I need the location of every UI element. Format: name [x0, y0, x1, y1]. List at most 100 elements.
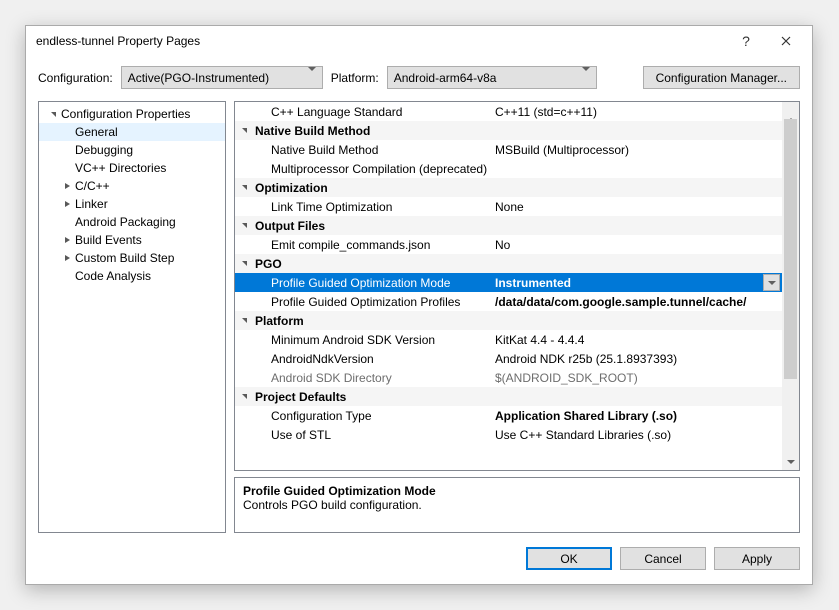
tree-item-label: C/C++	[73, 179, 110, 193]
property-key: Multiprocessor Compilation (deprecated)	[251, 162, 491, 176]
expand-icon[interactable]	[61, 235, 73, 246]
tree-item[interactable]: General	[39, 123, 225, 141]
dialog-footer: OK Cancel Apply	[26, 533, 812, 584]
group-toggle-icon[interactable]	[235, 125, 251, 136]
tree-item-label: Linker	[73, 197, 108, 211]
description-heading: Profile Guided Optimization Mode	[243, 484, 791, 498]
tree-item-label: Android Packaging	[73, 215, 176, 229]
property-group[interactable]: Project Defaults	[235, 387, 782, 406]
property-key: C++ Language Standard	[251, 105, 491, 119]
window-title: endless-tunnel Property Pages	[36, 34, 726, 48]
tree-item[interactable]: Custom Build Step	[39, 249, 225, 267]
property-key: Native Build Method	[251, 124, 491, 138]
property-row[interactable]: Link Time OptimizationNone	[235, 197, 782, 216]
property-row[interactable]: Native Build MethodMSBuild (Multiprocess…	[235, 140, 782, 159]
property-row[interactable]: Profile Guided Optimization ModeInstrume…	[235, 273, 782, 292]
property-value[interactable]: No	[491, 238, 782, 252]
property-key: Profile Guided Optimization Profiles	[251, 295, 491, 309]
property-row[interactable]: Emit compile_commands.jsonNo	[235, 235, 782, 254]
tree-item[interactable]: C/C++	[39, 177, 225, 195]
platform-value: Android-arm64-v8a	[394, 71, 497, 85]
property-value[interactable]: None	[491, 200, 782, 214]
property-row[interactable]: Android SDK Directory$(ANDROID_SDK_ROOT)	[235, 368, 782, 387]
property-value[interactable]: KitKat 4.4 - 4.4.4	[491, 333, 782, 347]
tree-item[interactable]: VC++ Directories	[39, 159, 225, 177]
platform-select[interactable]: Android-arm64-v8a	[387, 66, 597, 89]
tree-item[interactable]: Linker	[39, 195, 225, 213]
tree-item[interactable]: Debugging	[39, 141, 225, 159]
group-toggle-icon[interactable]	[235, 258, 251, 269]
description-text: Controls PGO build configuration.	[243, 498, 791, 512]
property-row[interactable]: Use of STLUse C++ Standard Libraries (.s…	[235, 425, 782, 444]
property-row[interactable]: Configuration TypeApplication Shared Lib…	[235, 406, 782, 425]
group-toggle-icon[interactable]	[235, 315, 251, 326]
description-panel: Profile Guided Optimization Mode Control…	[234, 477, 800, 533]
property-key: Output Files	[251, 219, 491, 233]
right-pane: C++ Language StandardC++11 (std=c++11)Na…	[234, 101, 800, 533]
tree-root-label: Configuration Properties	[59, 107, 190, 121]
property-row[interactable]: Minimum Android SDK VersionKitKat 4.4 - …	[235, 330, 782, 349]
tree-root[interactable]: Configuration Properties	[39, 105, 225, 123]
property-row[interactable]: Profile Guided Optimization Profiles/dat…	[235, 292, 782, 311]
property-key: Emit compile_commands.json	[251, 238, 491, 252]
property-key: Native Build Method	[251, 143, 491, 157]
property-value[interactable]: Instrumented	[491, 276, 763, 290]
property-key: Use of STL	[251, 428, 491, 442]
help-button[interactable]: ?	[726, 27, 766, 55]
group-toggle-icon[interactable]	[235, 182, 251, 193]
property-value[interactable]: /data/data/com.google.sample.tunnel/cach…	[491, 295, 782, 309]
scroll-up-button[interactable]	[782, 102, 799, 119]
property-group[interactable]: Optimization	[235, 178, 782, 197]
property-row[interactable]: Multiprocessor Compilation (deprecated)	[235, 159, 782, 178]
property-value[interactable]: C++11 (std=c++11)	[491, 105, 782, 119]
tree-item[interactable]: Android Packaging	[39, 213, 225, 231]
ok-button[interactable]: OK	[526, 547, 612, 570]
property-value[interactable]: $(ANDROID_SDK_ROOT)	[491, 371, 782, 385]
cancel-button[interactable]: Cancel	[620, 547, 706, 570]
property-value[interactable]: Android NDK r25b (25.1.8937393)	[491, 352, 782, 366]
chevron-down-icon	[582, 71, 590, 85]
dialog-body: Configuration Properties General Debuggin…	[26, 101, 812, 533]
platform-label: Platform:	[331, 71, 379, 85]
tree-item-label: Debugging	[73, 143, 133, 157]
tree-item-label: General	[73, 125, 118, 139]
expand-icon[interactable]	[61, 253, 73, 264]
group-toggle-icon[interactable]	[235, 391, 251, 402]
expand-icon[interactable]	[61, 181, 73, 192]
dropdown-button[interactable]	[763, 274, 780, 291]
tree-item[interactable]: Code Analysis	[39, 267, 225, 285]
group-toggle-icon[interactable]	[235, 220, 251, 231]
tree-item-label: Custom Build Step	[73, 251, 174, 265]
configuration-select[interactable]: Active(PGO-Instrumented)	[121, 66, 323, 89]
scrollbar-thumb[interactable]	[784, 119, 797, 379]
property-key: PGO	[251, 257, 491, 271]
tree-item[interactable]: Build Events	[39, 231, 225, 249]
property-group[interactable]: Native Build Method	[235, 121, 782, 140]
vertical-scrollbar[interactable]	[782, 102, 799, 470]
close-button[interactable]	[766, 27, 806, 55]
apply-button[interactable]: Apply	[714, 547, 800, 570]
property-value[interactable]: Use C++ Standard Libraries (.so)	[491, 428, 782, 442]
property-row[interactable]: C++ Language StandardC++11 (std=c++11)	[235, 102, 782, 121]
property-group[interactable]: Platform	[235, 311, 782, 330]
property-key: Android SDK Directory	[251, 371, 491, 385]
scroll-down-button[interactable]	[782, 453, 799, 470]
config-toolbar: Configuration: Active(PGO-Instrumented) …	[26, 56, 812, 101]
tree-item-label: VC++ Directories	[73, 161, 166, 175]
property-group[interactable]: PGO	[235, 254, 782, 273]
property-key: Configuration Type	[251, 409, 491, 423]
configuration-manager-button[interactable]: Configuration Manager...	[643, 66, 800, 89]
property-grid[interactable]: C++ Language StandardC++11 (std=c++11)Na…	[234, 101, 800, 471]
property-key: Project Defaults	[251, 390, 491, 404]
property-key: Optimization	[251, 181, 491, 195]
property-row[interactable]: AndroidNdkVersionAndroid NDK r25b (25.1.…	[235, 349, 782, 368]
close-icon	[781, 36, 791, 46]
expand-icon[interactable]	[61, 199, 73, 210]
property-group[interactable]: Output Files	[235, 216, 782, 235]
category-tree[interactable]: Configuration Properties General Debuggin…	[38, 101, 226, 533]
property-value[interactable]: MSBuild (Multiprocessor)	[491, 143, 782, 157]
property-value[interactable]: Application Shared Library (.so)	[491, 409, 782, 423]
collapse-icon[interactable]	[47, 109, 59, 120]
titlebar: endless-tunnel Property Pages ?	[26, 26, 812, 56]
property-key: Minimum Android SDK Version	[251, 333, 491, 347]
